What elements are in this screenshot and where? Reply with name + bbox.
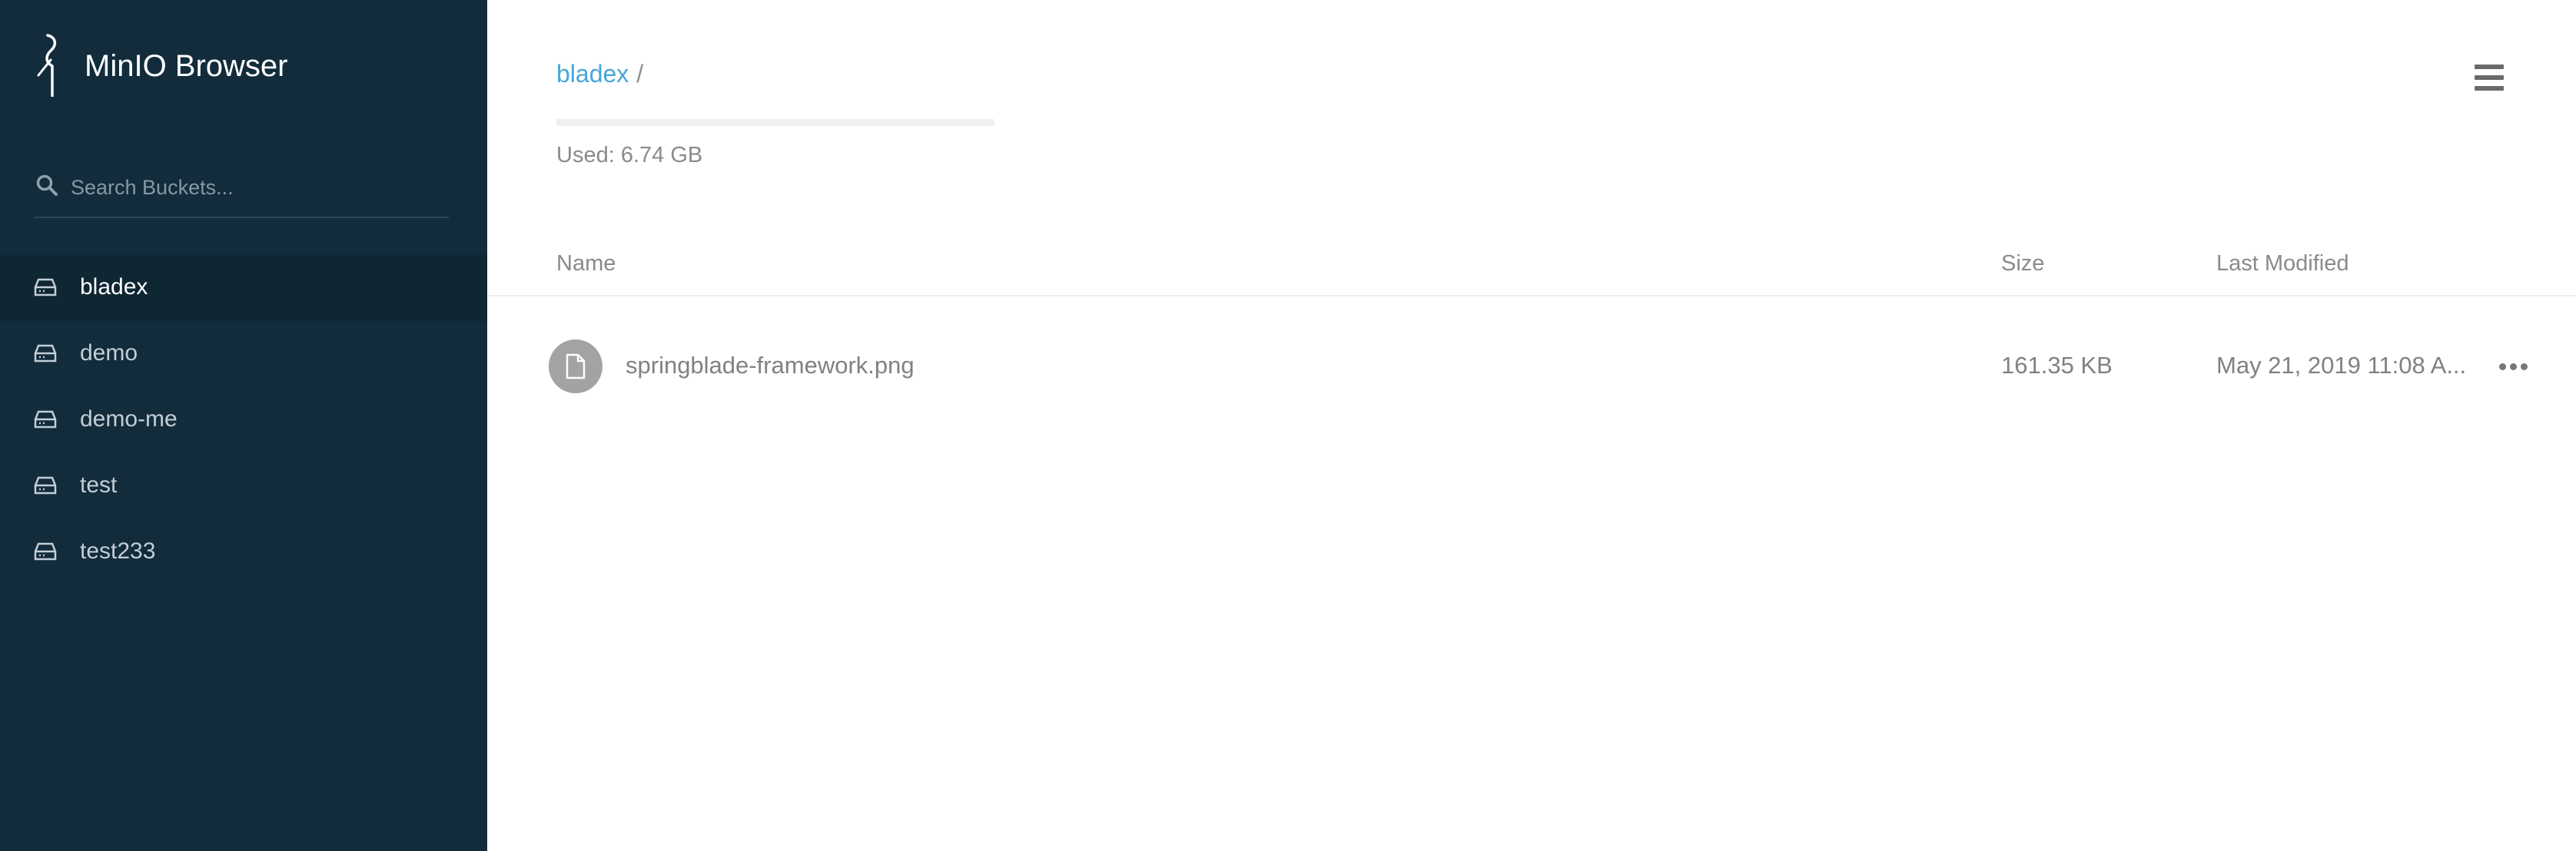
bucket-drive-icon bbox=[34, 278, 57, 296]
bucket-drive-icon bbox=[34, 344, 57, 363]
column-header-size[interactable]: Size bbox=[2001, 248, 2044, 279]
column-header-name[interactable]: Name bbox=[556, 248, 616, 279]
breadcrumb-bucket-link[interactable]: bladex bbox=[556, 60, 629, 88]
bucket-item-demo[interactable]: demo bbox=[0, 321, 487, 387]
column-header-last-modified[interactable]: Last Modified bbox=[2216, 248, 2349, 279]
file-name[interactable]: springblade-framework.png bbox=[626, 350, 915, 381]
storage-usage-bar bbox=[556, 119, 994, 126]
file-icon bbox=[549, 339, 603, 393]
file-size: 161.35 KB bbox=[2001, 352, 2113, 379]
bucket-drive-icon bbox=[34, 542, 57, 561]
bucket-label: bladex bbox=[80, 274, 148, 300]
storage-usage-text: Used: 6.74 GB bbox=[556, 143, 703, 167]
search-bucket-box bbox=[34, 171, 449, 218]
table-header-divider bbox=[487, 295, 2576, 296]
bucket-label: demo-me bbox=[80, 406, 178, 432]
bucket-item-test[interactable]: test bbox=[0, 453, 487, 519]
sidebar: MinIO Browser bladex demo demo-me bbox=[0, 0, 487, 851]
table-row[interactable]: springblade-framework.png 161.35 KB May … bbox=[487, 307, 2576, 427]
breadcrumb-separator: / bbox=[636, 60, 644, 88]
breadcrumb: bladex / bbox=[556, 58, 643, 89]
more-actions-icon[interactable] bbox=[2499, 359, 2528, 375]
bucket-label: test bbox=[80, 472, 118, 498]
bucket-item-test233[interactable]: test233 bbox=[0, 519, 487, 585]
bucket-label: demo bbox=[80, 340, 138, 366]
bucket-item-demo-me[interactable]: demo-me bbox=[0, 387, 487, 453]
bucket-drive-icon bbox=[34, 410, 57, 429]
minio-logo-icon bbox=[37, 34, 57, 97]
bucket-list: bladex demo demo-me test test233 bbox=[0, 255, 487, 585]
bucket-drive-icon bbox=[34, 476, 57, 495]
main-content: bladex / Used: 6.74 GB Name Size Last Mod… bbox=[487, 0, 2576, 851]
search-buckets-input[interactable] bbox=[71, 171, 440, 204]
app-title: MinIO Browser bbox=[85, 49, 288, 83]
hamburger-menu-icon[interactable] bbox=[2475, 65, 2504, 91]
search-icon bbox=[36, 174, 58, 196]
file-last-modified: May 21, 2019 11:08 A... bbox=[2216, 352, 2467, 379]
bucket-item-bladex[interactable]: bladex bbox=[0, 255, 487, 321]
bucket-label: test233 bbox=[80, 538, 156, 564]
